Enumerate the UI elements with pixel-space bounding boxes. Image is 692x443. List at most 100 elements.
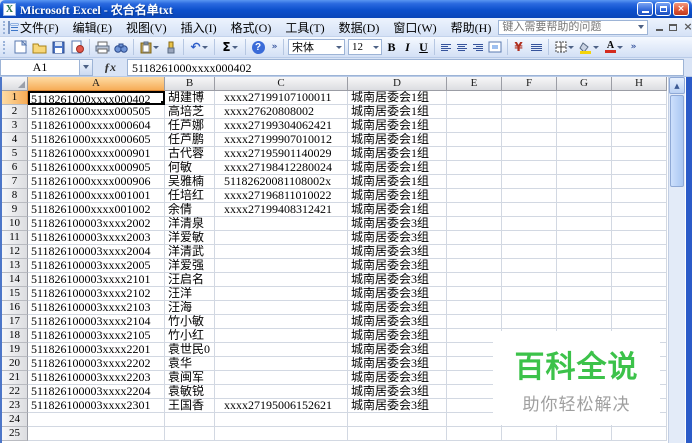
cell-E17[interactable] xyxy=(447,315,502,329)
open-button[interactable] xyxy=(30,38,48,56)
column-header-f[interactable]: F xyxy=(502,77,557,91)
cell-E6[interactable] xyxy=(447,161,502,175)
cell-G2[interactable] xyxy=(557,105,612,119)
cell-G17[interactable] xyxy=(557,315,612,329)
merge-center-button[interactable] xyxy=(486,38,504,56)
scrollbar-thumb[interactable] xyxy=(670,95,684,187)
cell-B19[interactable]: 袁世民0 xyxy=(165,343,215,357)
cell-F2[interactable] xyxy=(502,105,557,119)
row-header-15[interactable]: 15 xyxy=(2,287,28,301)
cell-G1[interactable] xyxy=(557,91,612,105)
menu-help[interactable]: 帮助(H) xyxy=(444,17,499,38)
cell-G3[interactable] xyxy=(557,119,612,133)
cell-C18[interactable] xyxy=(215,329,348,343)
cell-G5[interactable] xyxy=(557,147,612,161)
cell-E3[interactable] xyxy=(447,119,502,133)
cell-F25[interactable] xyxy=(502,427,557,441)
cell-G15[interactable] xyxy=(557,287,612,301)
cell-B4[interactable]: 任芦鹏 xyxy=(165,133,215,147)
align-center-button[interactable] xyxy=(454,38,469,56)
cell-A21[interactable]: 511826100003xxxx2203 xyxy=(28,371,165,385)
row-header-23[interactable]: 23 xyxy=(2,399,28,413)
cell-G14[interactable] xyxy=(557,273,612,287)
cell-H11[interactable] xyxy=(612,231,667,245)
cell-C4[interactable]: xxxx27199907010012 xyxy=(215,133,348,147)
cell-D24[interactable] xyxy=(348,413,447,427)
fill-color-button[interactable] xyxy=(577,38,601,56)
increase-indent-button[interactable] xyxy=(527,38,545,56)
column-header-b[interactable]: B xyxy=(165,77,215,91)
cell-D22[interactable]: 城南居委会3组 xyxy=(348,385,447,399)
cell-B22[interactable]: 袁敏锐 xyxy=(165,385,215,399)
autosum-dropdown-icon[interactable] xyxy=(231,45,238,49)
cell-H12[interactable] xyxy=(612,245,667,259)
cell-H8[interactable] xyxy=(612,189,667,203)
cell-C17[interactable] xyxy=(215,315,348,329)
cell-C9[interactable]: xxxx27199408312421 xyxy=(215,203,348,217)
cell-F6[interactable] xyxy=(502,161,557,175)
cell-A23[interactable]: 511826100003xxxx2301 xyxy=(28,399,165,413)
cell-E7[interactable] xyxy=(447,175,502,189)
column-header-c[interactable]: C xyxy=(215,77,348,91)
cell-B23[interactable]: 王国香 xyxy=(165,399,215,413)
cell-A17[interactable]: 511826100003xxxx2104 xyxy=(28,315,165,329)
row-header-16[interactable]: 16 xyxy=(2,301,28,315)
cell-D11[interactable]: 城南居委会3组 xyxy=(348,231,447,245)
cell-C8[interactable]: xxxx27196811010022 xyxy=(215,189,348,203)
cell-C5[interactable]: xxxx27195901140029 xyxy=(215,147,348,161)
cell-D6[interactable]: 城南居委会1组 xyxy=(348,161,447,175)
cell-C6[interactable]: xxxx27198412280024 xyxy=(215,161,348,175)
save-button[interactable] xyxy=(49,38,67,56)
column-header-g[interactable]: G xyxy=(557,77,612,91)
cell-H5[interactable] xyxy=(612,147,667,161)
borders-button[interactable] xyxy=(552,38,576,56)
cell-H15[interactable] xyxy=(612,287,667,301)
column-header-d[interactable]: D xyxy=(348,77,447,91)
cell-C3[interactable]: xxxx27199304062421 xyxy=(215,119,348,133)
format-painter-button[interactable] xyxy=(162,38,180,56)
font-size-select[interactable]: 12 xyxy=(348,39,382,55)
cell-G11[interactable] xyxy=(557,231,612,245)
align-right-button[interactable] xyxy=(470,38,485,56)
workbook-restore-icon[interactable] xyxy=(669,23,678,31)
cell-B8[interactable]: 任培红 xyxy=(165,189,215,203)
cell-E10[interactable] xyxy=(447,217,502,231)
cell-C25[interactable] xyxy=(215,427,348,441)
cell-C2[interactable]: xxxx27620808002 xyxy=(215,105,348,119)
cell-E16[interactable] xyxy=(447,301,502,315)
cell-E2[interactable] xyxy=(447,105,502,119)
cell-B17[interactable]: 竹小敏 xyxy=(165,315,215,329)
cell-G4[interactable] xyxy=(557,133,612,147)
cell-D8[interactable]: 城南居委会1组 xyxy=(348,189,447,203)
cell-A24[interactable] xyxy=(28,413,165,427)
row-header-8[interactable]: 8 xyxy=(2,189,28,203)
workbook-close-icon[interactable]: × xyxy=(683,21,692,32)
cell-E5[interactable] xyxy=(447,147,502,161)
cell-B10[interactable]: 洋清泉 xyxy=(165,217,215,231)
formula-input[interactable]: 5118261000xxxx000402 xyxy=(127,58,684,76)
cell-H4[interactable] xyxy=(612,133,667,147)
cell-A9[interactable]: 5118261000xxxx001002 xyxy=(28,203,165,217)
column-header-e[interactable]: E xyxy=(447,77,502,91)
cell-G9[interactable] xyxy=(557,203,612,217)
row-header-12[interactable]: 12 xyxy=(2,245,28,259)
cell-E25[interactable] xyxy=(447,427,502,441)
cell-F15[interactable] xyxy=(502,287,557,301)
cell-C13[interactable] xyxy=(215,259,348,273)
cell-B7[interactable]: 吴雅楠 xyxy=(165,175,215,189)
row-header-5[interactable]: 5 xyxy=(2,147,28,161)
cell-E11[interactable] xyxy=(447,231,502,245)
cell-C19[interactable] xyxy=(215,343,348,357)
cell-G25[interactable] xyxy=(557,427,612,441)
row-header-9[interactable]: 9 xyxy=(2,203,28,217)
fill-color-dropdown-icon[interactable] xyxy=(593,45,599,49)
row-header-11[interactable]: 11 xyxy=(2,231,28,245)
scroll-up-button[interactable]: ▲ xyxy=(669,77,685,94)
cell-B3[interactable]: 任芦娜 xyxy=(165,119,215,133)
cell-D7[interactable]: 城南居委会1组 xyxy=(348,175,447,189)
cell-B5[interactable]: 古代蓉 xyxy=(165,147,215,161)
row-header-3[interactable]: 3 xyxy=(2,119,28,133)
cell-A10[interactable]: 511826100003xxxx2002 xyxy=(28,217,165,231)
row-header-2[interactable]: 2 xyxy=(2,105,28,119)
cell-G7[interactable] xyxy=(557,175,612,189)
